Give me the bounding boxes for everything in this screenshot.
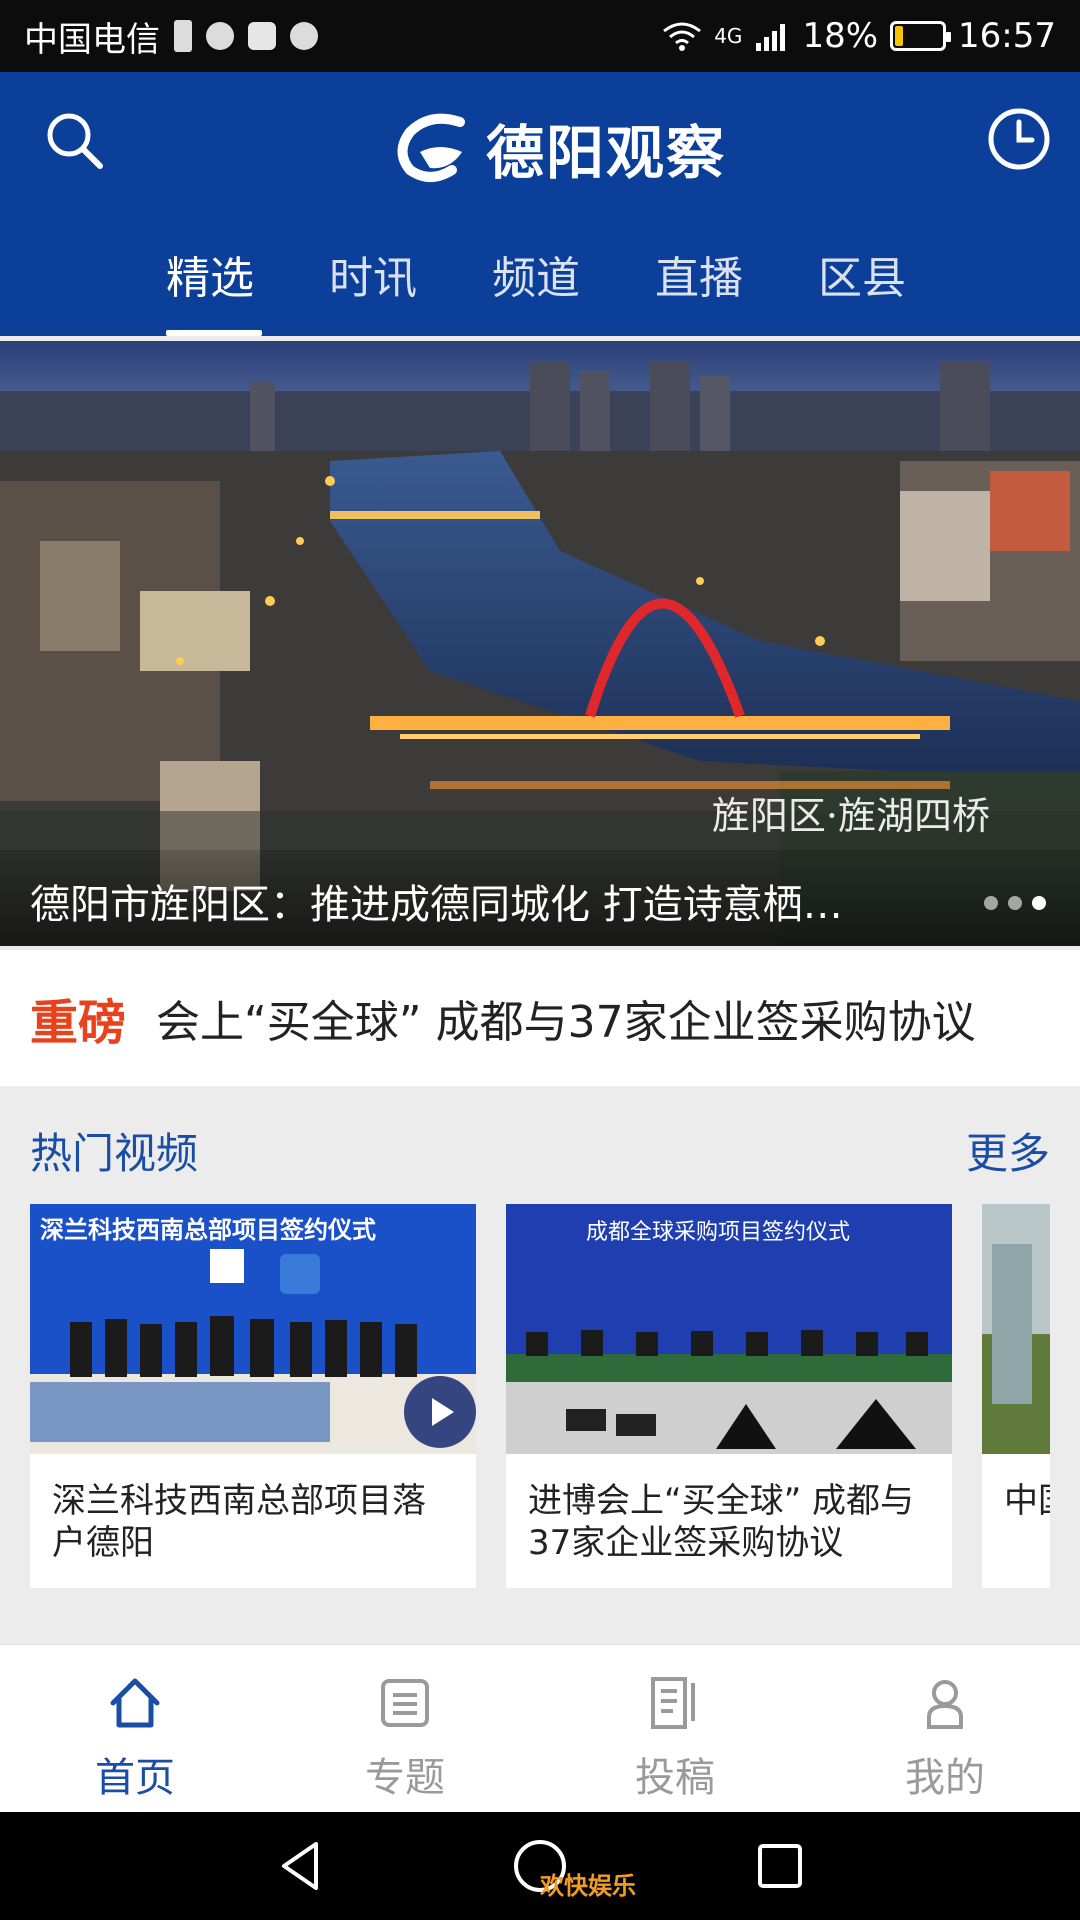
category-tabs: 精选 时讯 频道 直播 区县 (0, 212, 1080, 336)
video-thumb-title: 成都全球采购项目签约仪式 (586, 1220, 851, 1245)
tab-news[interactable]: 时讯 (329, 212, 492, 336)
video-card[interactable]: 成都全球采购项目签约仪式 进博会上“买全球” 成都与37家企业签采购协议 (506, 1204, 952, 1588)
system-navigation-bar: 欢快娱乐 (0, 1812, 1080, 1920)
profile-icon (927, 1680, 963, 1729)
tab-channels[interactable]: 频道 (492, 212, 655, 336)
nav-submit[interactable]: 投稿 (540, 1645, 810, 1812)
topic-icon (381, 1679, 429, 1727)
home-icon (110, 1678, 160, 1728)
battery-icon (890, 21, 952, 51)
battery-percent: 18% (802, 16, 879, 56)
carousel-indicator (984, 896, 1046, 910)
video-card[interactable]: 中国脚步 (982, 1204, 1050, 1588)
recents-icon[interactable] (750, 1836, 810, 1896)
back-icon[interactable] (272, 1836, 332, 1896)
tab-districts[interactable]: 区县 (818, 212, 981, 336)
video-thumbnail: 成都全球采购项目签约仪式 (506, 1204, 952, 1454)
carousel-dot (1008, 896, 1022, 910)
play-icon[interactable] (404, 1376, 476, 1448)
message-icon (206, 22, 234, 50)
video-title: 中国脚步 (1004, 1481, 1050, 1521)
bottom-navigation: 首页 专题 投稿 我的 (0, 1644, 1080, 1812)
headline-ticker[interactable]: 重磅 会上“买全球” 成都与37家企业签采购协议 (0, 950, 1080, 1086)
more-link[interactable]: 更多 (966, 1120, 1050, 1181)
video-title: 进博会上“买全球” 成都与37家企业签采购协议 (528, 1481, 915, 1563)
headline-badge: 重磅 (30, 995, 127, 1051)
nav-profile[interactable]: 我的 (810, 1645, 1080, 1812)
clock-time: 16:57 (958, 16, 1056, 56)
video-title: 深兰科技西南总部项目落户德阳 (52, 1481, 426, 1563)
nav-label: 专题 (365, 1755, 445, 1801)
tiktok-icon (248, 22, 276, 50)
nav-topics[interactable]: 专题 (270, 1645, 540, 1812)
carousel-dot-active (1032, 896, 1046, 910)
video-thumb-title: 深兰科技西南总部项目签约仪式 (40, 1216, 376, 1244)
banner-image-caption: 旌阳区·旌湖四桥 (711, 794, 990, 838)
tab-live[interactable]: 直播 (655, 212, 818, 336)
video-card[interactable]: 深兰科技西南总部项目签约仪式 深兰科技西南总部项目落户德阳 (30, 1204, 476, 1588)
logo-text: 德阳观察 (486, 119, 727, 187)
search-icon[interactable] (42, 108, 106, 172)
wifi-icon (663, 22, 702, 51)
carousel-dot (984, 896, 998, 910)
network-type: 4G (714, 24, 743, 48)
heart-icon (290, 22, 318, 50)
video-carousel[interactable]: 深兰科技西南总部项目签约仪式 深兰科技西南总部项目落户德阳 成都全球采购项目签约… (30, 1204, 1050, 1588)
signal-icon (756, 24, 786, 51)
video-thumbnail: 深兰科技西南总部项目签约仪式 (30, 1204, 476, 1454)
hot-videos-section: 热门视频 更多 深兰科技西南总部项目签约仪式 深兰科技西南总部项目落户德阳 成都… (0, 1086, 1080, 1624)
video-thumbnail (982, 1204, 1050, 1454)
watermark-text: 欢快娱乐 (540, 1872, 636, 1900)
banner-title: 德阳市旌阳区：推进成德同城化 打造诗意栖… (0, 850, 1080, 946)
nav-label: 投稿 (635, 1755, 715, 1801)
headline-text: 会上“买全球” 成都与37家企业签采购协议 (156, 997, 976, 1048)
logo-mark-icon (397, 113, 465, 182)
nav-label: 首页 (95, 1755, 175, 1801)
status-bar: 中国电信 4G 18% 16:57 (0, 0, 1080, 72)
tab-featured[interactable]: 精选 (166, 212, 329, 336)
app-header: 德阳观察 精选 时讯 频道 直播 区县 (0, 72, 1080, 336)
app-logo: 德阳观察 (390, 106, 726, 190)
nav-label: 我的 (905, 1755, 985, 1801)
notification-icon (174, 20, 192, 52)
hero-banner[interactable]: 旌阳区·旌湖四桥 德阳市旌阳区：推进成德同城化 打造诗意栖… (0, 341, 1080, 946)
section-title: 热门视频 (30, 1129, 199, 1178)
clock-icon[interactable] (986, 106, 1052, 172)
submit-icon (651, 1677, 695, 1729)
carrier-label: 中国电信 (24, 19, 160, 60)
nav-home[interactable]: 首页 (0, 1645, 270, 1812)
